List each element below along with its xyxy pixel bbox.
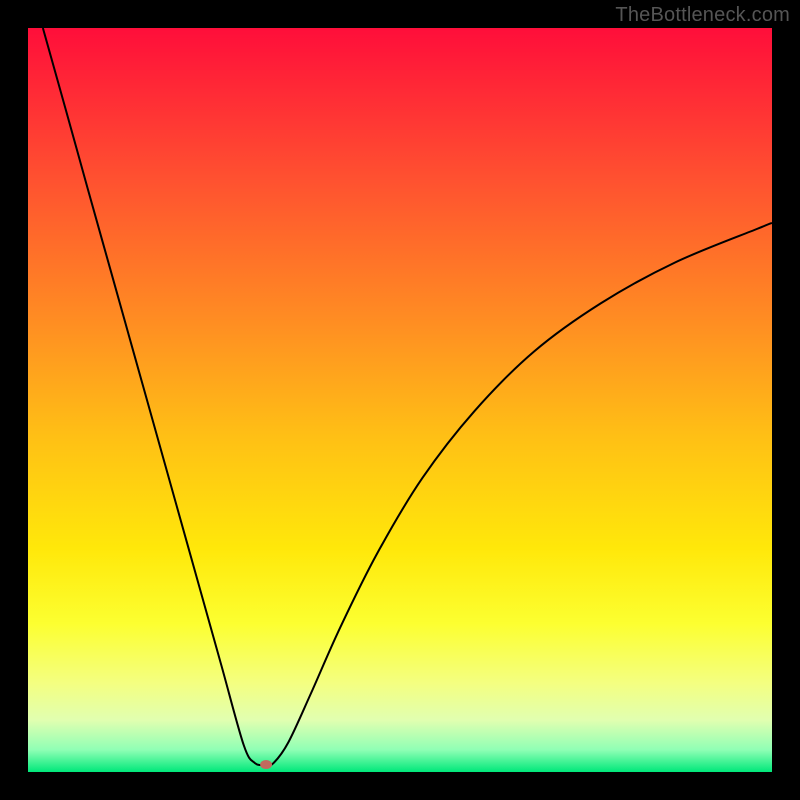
chart-frame: TheBottleneck.com xyxy=(0,0,800,800)
watermark-text: TheBottleneck.com xyxy=(615,4,790,27)
chart-svg xyxy=(28,28,772,772)
gradient-background xyxy=(28,28,772,772)
min-point-marker xyxy=(260,760,272,769)
plot-area xyxy=(28,28,772,772)
